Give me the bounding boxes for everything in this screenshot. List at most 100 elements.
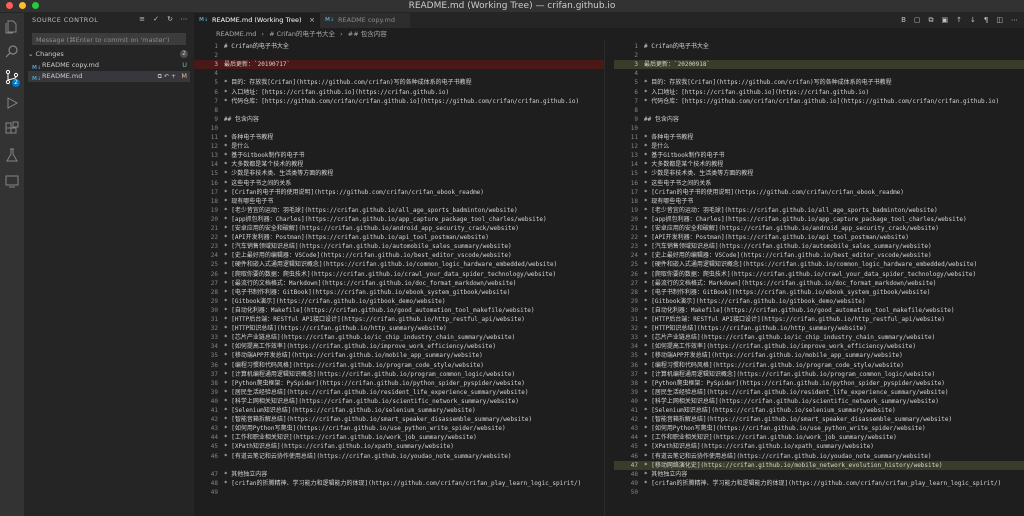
code-line[interactable]: 13 * 基于Gitbook制作的电子书	[194, 151, 604, 160]
code-line[interactable]: 4	[614, 69, 1024, 78]
code-line[interactable]: 50	[614, 488, 1024, 497]
code-line[interactable]: 34 * [如何提高工作效率](https://crifan.github.io…	[614, 342, 1024, 351]
code-line[interactable]: 25 * [硬件和嵌入式通用逻辑知识概念](https://crifan.git…	[614, 260, 1024, 269]
code-line[interactable]: 3 最后更新：`20200918`	[614, 60, 1024, 70]
code-line[interactable]: 41 * [Selenium知识总结](https://crifan.githu…	[614, 406, 1024, 415]
code-line[interactable]: 28 * [电子书制作利器：GitBook](https://crifan.gi…	[614, 288, 1024, 297]
code-line[interactable]: 42 * [智能音箱拆解总结](https://crifan.github.io…	[194, 415, 604, 424]
code-line[interactable]: 22 * [API开发利器：Postman](https://crifan.gi…	[614, 233, 1024, 242]
code-line[interactable]: 44 * [工作和职业相关知识](https://crifan.github.i…	[614, 433, 1024, 442]
code-line[interactable]: 5 * 目的：存放我[Crifan](https://github.com/cri…	[194, 78, 604, 87]
code-line[interactable]: 5 * 目的：存放我[Crifan](https://github.com/cri…	[614, 78, 1024, 87]
code-line[interactable]: 40 * [科学上网相关知识总结](https://crifan.github.…	[614, 397, 1024, 406]
breadcrumb-heading-1[interactable]: # Crifan的电子书大全	[269, 30, 335, 38]
code-line[interactable]: 12 * 是什么	[614, 142, 1024, 151]
code-line[interactable]: 49 * [crifan的折腾精神、学习能力和逻辑能力的体现](https://…	[614, 479, 1024, 488]
code-line[interactable]: 15 * 少数是非技术类、生活类等方面的教程	[194, 169, 604, 178]
bold-icon[interactable]: B	[901, 16, 906, 25]
code-line[interactable]: 6 * 入口地址：[https://crifan.github.io](https…	[194, 88, 604, 97]
toggle-whitespace-icon[interactable]: ¶	[984, 16, 988, 25]
code-line[interactable]: 20 * [app抓包利器：Charles](https://crifan.gi…	[194, 215, 604, 224]
code-line[interactable]: 25 * [硬件和嵌入式通用逻辑知识概念](https://crifan.git…	[194, 260, 604, 269]
close-icon[interactable]: ×	[309, 13, 315, 28]
breadcrumb-heading-2[interactable]: ## 包含内容	[348, 30, 387, 38]
code-line[interactable]: 9 ## 包含内容	[194, 115, 604, 124]
code-line[interactable]: 46 * [有道云笔记和云协作使用总结](https://crifan.gith…	[614, 452, 1024, 461]
split-editor-icon[interactable]: ◫	[996, 16, 1003, 25]
code-line[interactable]: 43 * [如何用Python写爬虫](https://crifan.githu…	[194, 424, 604, 433]
code-line[interactable]: 10	[614, 124, 1024, 133]
code-line[interactable]: 8	[194, 106, 604, 115]
open-changes-icon[interactable]: ⧉	[929, 16, 934, 25]
code-line[interactable]: 2	[194, 51, 604, 60]
code-line[interactable]: 39 * [居民生活经验总结](https://crifan.github.io…	[194, 388, 604, 397]
code-line[interactable]: 24 * [史上最好用的编辑器：VSCode](https://crifan.g…	[194, 251, 604, 260]
code-line[interactable]: 1 # Crifan的电子书大全	[614, 42, 1024, 51]
remote-explorer-icon[interactable]	[4, 173, 20, 189]
code-line[interactable]: 33 * [芯片产业链总结](https://crifan.github.io/…	[614, 333, 1024, 342]
code-line[interactable]: 38 * [Python爬虫框架：PySpider](https://crifa…	[614, 379, 1024, 388]
previous-change-icon[interactable]: ↑	[956, 16, 962, 25]
code-line[interactable]: 40 * [科学上网相关知识总结](https://crifan.github.…	[194, 397, 604, 406]
code-line[interactable]: 14 * 大多数都是某个技术的教程	[614, 160, 1024, 169]
code-line[interactable]: 37 * [计算机编程通用逻辑知识概念](https://crifan.gith…	[614, 370, 1024, 379]
tab-readme-copy[interactable]: M↓ README copy.md	[320, 13, 410, 28]
more-actions-icon[interactable]: ⋯	[180, 15, 188, 23]
code-line[interactable]: 30 * [自动化利器：Makefile](https://crifan.git…	[194, 306, 604, 315]
code-line[interactable]: 7 * 代码仓库：[https://github.com/crifan/crifa…	[614, 97, 1024, 106]
code-line[interactable]: 31 * [HTTP后台端：RESTful API接口设计](https://c…	[194, 315, 604, 324]
code-line[interactable]: 35 * [移动端APP开发总结](https://crifan.github.…	[614, 351, 1024, 360]
code-line[interactable]: 21 * [安卓应用的安全和破解](https://crifan.github.…	[194, 224, 604, 233]
code-line[interactable]: 41 * [Selenium知识总结](https://crifan.githu…	[194, 406, 604, 415]
code-line[interactable]: 19 * [老少皆宜的运动：羽毛球](https://crifan.github…	[614, 206, 1024, 215]
changes-group[interactable]: ⌄ Changes 2	[28, 49, 190, 59]
code-line[interactable]: 13 * 基于Gitbook制作的电子书	[614, 151, 1024, 160]
view-as-tree-icon[interactable]: ≡	[138, 15, 146, 23]
code-line[interactable]: 45 * [XPath知识总结](https://crifan.github.i…	[194, 442, 604, 451]
code-line[interactable]: 34 * [如何提高工作效率](https://crifan.github.io…	[194, 342, 604, 351]
search-icon[interactable]	[4, 43, 20, 59]
commit-message-input[interactable]: Message (⌘Enter to commit on 'master')	[32, 33, 186, 45]
code-line[interactable]: 32 * [HTTP知识总结](https://crifan.github.io…	[614, 324, 1024, 333]
code-line[interactable]: 31 * [HTTP后台端：RESTful API接口设计](https://c…	[614, 315, 1024, 324]
code-line[interactable]: 48 * 其他独立内容	[614, 470, 1024, 479]
code-line[interactable]: 19 * [老少皆宜的运动：羽毛球](https://crifan.github…	[194, 206, 604, 215]
more-actions-icon[interactable]: ⋯	[1011, 16, 1018, 25]
code-line[interactable]: 12 * 是什么	[194, 142, 604, 151]
diff-modified-pane[interactable]: 1 # Crifan的电子书大全 2 3 最后更新：`20200918` 4 5 * 目的：存…	[614, 40, 1024, 516]
code-line[interactable]: 18 * 现有哪些电子书	[614, 197, 1024, 206]
code-line[interactable]: 7 * 代码仓库：[https://github.com/crifan/crifa…	[194, 97, 604, 106]
breadcrumb-file[interactable]: README.md	[216, 30, 256, 38]
code-line[interactable]: 36 * [编程习惯和代码风格](https://crifan.github.i…	[614, 361, 1024, 370]
code-line[interactable]: 26 * [爬取你要的数据：爬虫技术](https://crifan.githu…	[194, 270, 604, 279]
code-line[interactable]: 16 * 这些电子书之间的关系	[614, 179, 1024, 188]
diff-original-pane[interactable]: 1 # Crifan的电子书大全 2 3 最后更新：`20190717` 4 5 * 目的：存…	[194, 40, 604, 516]
code-line[interactable]: 14 * 大多数都是某个技术的教程	[194, 160, 604, 169]
code-line[interactable]: 43 * [如何用Python写爬虫](https://crifan.githu…	[614, 424, 1024, 433]
code-line[interactable]: 39 * [居民生活经验总结](https://crifan.github.io…	[614, 388, 1024, 397]
explorer-icon[interactable]	[4, 19, 20, 35]
code-line[interactable]: 2	[614, 51, 1024, 60]
code-line[interactable]: 27 * [最流行的文档格式：Markdown](https://crifan.…	[194, 279, 604, 288]
code-line[interactable]: 17 * [Crifan的电子书的使用说明](https://github.co…	[614, 188, 1024, 197]
code-line[interactable]: 20 * [app抓包利器：Charles](https://crifan.gi…	[614, 215, 1024, 224]
code-line[interactable]: 30 * [自动化利器：Makefile](https://crifan.git…	[614, 306, 1024, 315]
code-line[interactable]: 11 * 各种电子书教程	[614, 133, 1024, 142]
code-line[interactable]: 6 * 入口地址：[https://crifan.github.io](https…	[614, 88, 1024, 97]
code-line[interactable]: 36 * [编程习惯和代码风格](https://crifan.github.i…	[194, 361, 604, 370]
preview-icon[interactable]: ▣	[942, 16, 949, 25]
code-line[interactable]: 21 * [安卓应用的安全和破解](https://crifan.github.…	[614, 224, 1024, 233]
code-line[interactable]: 38 * [Python爬虫框架：PySpider](https://crifa…	[194, 379, 604, 388]
tab-readme-working-tree[interactable]: M↓ README.md (Working Tree) ×	[194, 13, 320, 28]
commit-check-icon[interactable]: ✓	[152, 15, 160, 23]
code-line[interactable]: 8	[614, 106, 1024, 115]
code-line[interactable]: 42 * [智能音箱拆解总结](https://crifan.github.io…	[614, 415, 1024, 424]
code-line[interactable]: 11 * 各种电子书教程	[194, 133, 604, 142]
code-line[interactable]: 27 * [最流行的文档格式：Markdown](https://crifan.…	[614, 279, 1024, 288]
code-line[interactable]: 3 最后更新：`20190717`	[194, 60, 604, 70]
code-line[interactable]: 22 * [API开发利器：Postman](https://crifan.gi…	[194, 233, 604, 242]
code-line[interactable]: 47 * 其他独立内容	[194, 470, 604, 479]
code-line[interactable]: 49	[194, 488, 604, 497]
code-line[interactable]: 29 * [Gitbook演示](https://crifan.github.i…	[194, 297, 604, 306]
code-line[interactable]: 45 * [XPath知识总结](https://crifan.github.i…	[614, 442, 1024, 451]
